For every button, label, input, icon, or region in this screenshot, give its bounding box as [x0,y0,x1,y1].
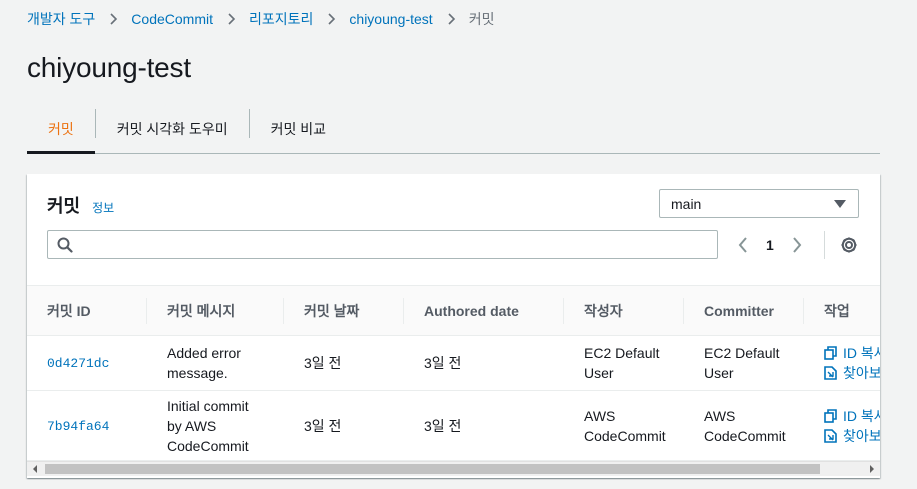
column-header-commit-id[interactable]: 커밋 ID [27,285,147,336]
copy-id-button[interactable]: ID 복사 [824,406,880,426]
author: EC2 Default User [564,335,684,391]
breadcrumb-repositories[interactable]: 리포지토리 [249,9,313,29]
triangle-left-icon [33,465,37,473]
commit-message: Added error message. [147,335,284,391]
search-icon [57,237,73,253]
commit-date: 3일 전 [284,390,404,461]
tab-commit-visualizer[interactable]: 커밋 시각화 도우미 [96,104,249,153]
column-header-commit-date[interactable]: 커밋 날짜 [284,285,404,336]
next-page-button[interactable] [789,232,805,257]
search-box[interactable] [47,230,718,259]
file-browse-icon [824,428,837,443]
tab-bar: 커밋 커밋 시각화 도우미 커밋 비교 [27,104,880,154]
branch-select-value: main [671,195,702,212]
scrollbar-thumb[interactable] [45,464,820,474]
horizontal-scrollbar[interactable] [27,461,880,476]
commit-id-link[interactable]: 0d4271dc [47,356,109,371]
column-header-committer[interactable]: Committer [684,285,804,336]
copy-icon [824,408,837,423]
table-row: 0d4271dc Added error message. 3일 전 3일 전 … [27,335,880,391]
column-header-author[interactable]: 작성자 [564,285,684,336]
commit-message: Initial commit by AWS CodeCommit [147,390,284,461]
chevron-right-icon [226,13,236,25]
pager-divider [824,231,825,259]
pagination: 1 [735,232,805,257]
tab-commits[interactable]: 커밋 [27,104,95,154]
browse-button[interactable]: 찾아보기 [824,363,880,383]
browse-button[interactable]: 찾아보기 [824,426,880,446]
file-browse-icon [824,366,837,380]
table-row: 7b94fa64 Initial commit by AWS CodeCommi… [27,390,880,461]
column-header-authored-date[interactable]: Authored date [404,285,564,336]
chevron-right-icon [793,236,802,253]
search-input[interactable] [81,231,717,258]
actions-cell: ID 복사 찾아보기 [804,390,880,461]
chevron-left-icon [738,236,747,253]
tab-compare-commits[interactable]: 커밋 비교 [250,104,347,153]
previous-page-button[interactable] [735,232,751,257]
commit-date: 3일 전 [284,335,404,391]
column-header-commit-message[interactable]: 커밋 메시지 [147,285,284,336]
branch-select[interactable]: main [659,189,859,218]
current-page-number[interactable]: 1 [766,237,774,253]
commits-panel: 커밋 정보 main 1 커밋 ID 커밋 메시지 커밋 날짜 Authored… [27,174,880,478]
breadcrumb-codecommit[interactable]: CodeCommit [131,11,213,27]
commits-table: 커밋 ID 커밋 메시지 커밋 날짜 Authored date 작성자 Com… [27,285,880,461]
authored-date: 3일 전 [404,335,564,391]
chevron-right-icon [446,13,456,25]
gear-icon[interactable] [839,235,859,255]
caret-down-icon [834,199,846,208]
breadcrumb: 개발자 도구 CodeCommit 리포지토리 chiyoung-test 커밋 [27,10,494,28]
breadcrumb-current: 커밋 [468,11,495,27]
authored-date: 3일 전 [404,390,564,461]
page-title: chiyoung-test [27,52,191,83]
commit-id-link[interactable]: 7b94fa64 [47,419,109,434]
chevron-right-icon [326,13,336,25]
column-header-actions: 작업 [804,285,880,336]
scroll-left-button[interactable] [27,462,43,476]
chevron-right-icon [108,13,118,25]
triangle-right-icon [870,465,874,473]
table-header-row: 커밋 ID 커밋 메시지 커밋 날짜 Authored date 작성자 Com… [27,285,880,336]
copy-id-button[interactable]: ID 복사 [824,343,880,363]
panel-header: 커밋 정보 [47,192,114,218]
actions-cell: ID 복사 찾아보기 [804,335,880,391]
breadcrumb-developer-tools[interactable]: 개발자 도구 [27,9,95,29]
committer: AWS CodeCommit [684,390,804,461]
breadcrumb-repository[interactable]: chiyoung-test [349,11,432,27]
panel-title: 커밋 [47,196,81,216]
copy-icon [824,346,837,360]
committer: EC2 Default User [684,335,804,391]
author: AWS CodeCommit [564,390,684,461]
scroll-right-button[interactable] [864,462,880,476]
commits-table-wrapper[interactable]: 커밋 ID 커밋 메시지 커밋 날짜 Authored date 작성자 Com… [27,285,880,461]
info-link[interactable]: 정보 [92,199,114,216]
